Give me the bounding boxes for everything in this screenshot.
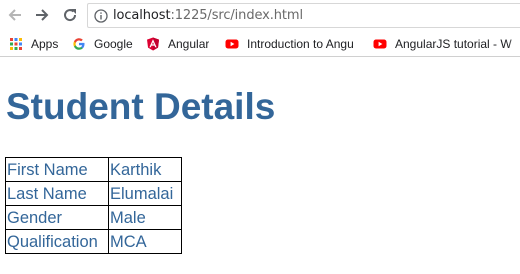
bookmark-introduction-to-angular[interactable]: Introduction to Angu [225, 35, 384, 53]
bookmark-google[interactable]: Google [72, 35, 133, 53]
bookmark-label: Angular [168, 37, 210, 51]
youtube-icon [225, 39, 239, 49]
table-row: Qualification MCA [5, 229, 182, 254]
google-icon [73, 38, 85, 50]
bookmarks-bar: Apps Google Angular Introduction to Angu… [0, 31, 520, 57]
arrow-left-icon [8, 9, 21, 21]
field-label: First Name [5, 157, 109, 182]
table-row: Gender Male [5, 205, 182, 230]
url-host: localhost [113, 8, 171, 23]
bookmark-label: AngularJS tutorial - W [395, 37, 512, 51]
field-label: Qualification [5, 229, 109, 254]
angular-icon [147, 37, 159, 51]
field-value: Male [108, 205, 182, 230]
arrow-right-icon [36, 9, 49, 21]
reload-icon [64, 9, 77, 22]
address-bar[interactable]: localhost:1225/src/index.html [87, 3, 520, 28]
table-row: First Name Karthik [5, 157, 182, 182]
url-text[interactable]: localhost:1225/src/index.html [113, 8, 303, 24]
reload-button[interactable] [59, 4, 81, 26]
bookmark-angularjs-tutorial[interactable]: AngularJS tutorial - W [373, 35, 520, 53]
forward-button[interactable] [31, 4, 53, 26]
field-label: Last Name [5, 181, 109, 206]
student-details-table: First Name Karthik Last Name Elumalai Ge… [5, 157, 182, 254]
url-path: :1225/src/index.html [170, 8, 303, 23]
bookmark-angular[interactable]: Angular [146, 35, 209, 53]
browser-toolbar: localhost:1225/src/index.html [0, 0, 520, 31]
field-value: MCA [108, 229, 182, 254]
page-title: Student Details [6, 86, 276, 127]
apps-grid-icon [10, 38, 22, 50]
bookmark-apps[interactable]: Apps [9, 35, 58, 53]
youtube-icon [373, 39, 387, 49]
field-value: Karthik [108, 157, 182, 182]
info-icon[interactable] [94, 9, 108, 23]
bookmark-label: Apps [31, 37, 59, 51]
field-value: Elumalai [108, 181, 182, 206]
back-button[interactable] [4, 4, 26, 26]
bookmark-label: Google [94, 37, 133, 51]
bookmarks-fade [508, 31, 520, 56]
table-row: Last Name Elumalai [5, 181, 182, 206]
bookmark-label: Introduction to Angu [247, 37, 354, 51]
field-label: Gender [5, 205, 109, 230]
